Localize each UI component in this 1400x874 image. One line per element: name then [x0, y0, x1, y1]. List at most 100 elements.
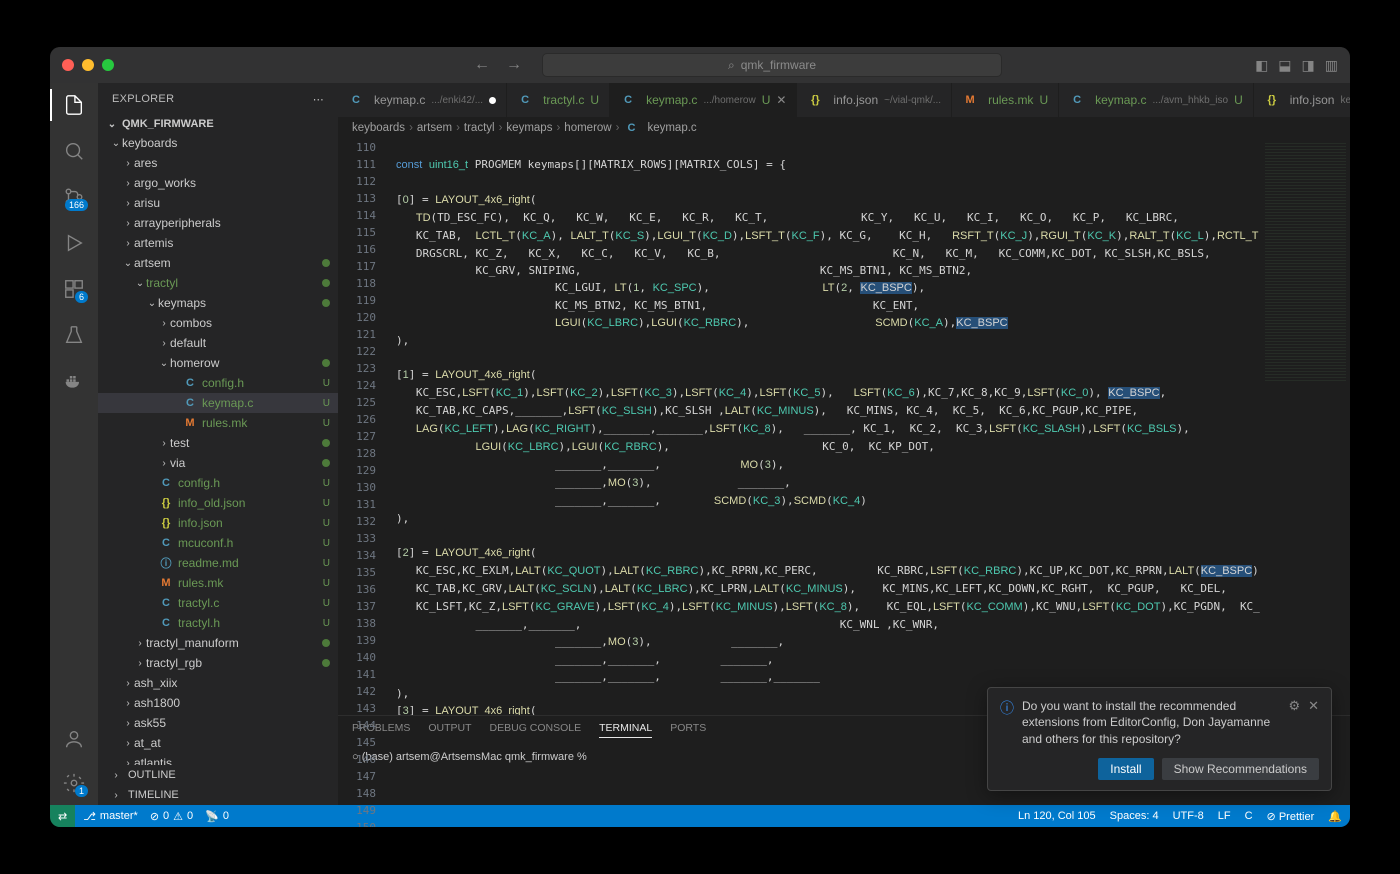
notification-gear-icon[interactable]: ⚙ [1288, 698, 1300, 748]
file-info_old.json[interactable]: {}info_old.jsonU [98, 493, 338, 513]
toggle-primary-sidebar-icon[interactable]: ◧ [1255, 57, 1268, 74]
folder-default[interactable]: ›default [98, 333, 338, 353]
nav-forward[interactable]: → [506, 56, 522, 74]
folder-atlantis[interactable]: ›atlantis [98, 753, 338, 765]
dirty-indicator [322, 459, 330, 467]
encoding[interactable]: UTF-8 [1173, 810, 1204, 823]
tab-label: rules.mk [988, 93, 1033, 107]
notification-close-icon[interactable]: ✕ [1308, 698, 1319, 748]
zoom-window[interactable] [102, 59, 114, 71]
panel-tab-debug-console[interactable]: DEBUG CONSOLE [490, 722, 582, 738]
source-control-icon[interactable]: 166 [62, 185, 86, 209]
panel-tab-output[interactable]: OUTPUT [428, 722, 471, 738]
folder-ash_xiix[interactable]: ›ash_xiix [98, 673, 338, 693]
toggle-secondary-sidebar-icon[interactable]: ◨ [1302, 57, 1315, 74]
extensions-icon[interactable]: 6 [62, 277, 86, 301]
language-mode[interactable]: C [1245, 810, 1253, 823]
file-tree[interactable]: ⌄keyboards›ares›argo_works›arisu›arraype… [98, 133, 338, 765]
folder-combos[interactable]: ›combos [98, 313, 338, 333]
folder-keymaps[interactable]: ⌄keymaps [98, 293, 338, 313]
indentation[interactable]: Spaces: 4 [1110, 810, 1159, 823]
folder-arrayperipherals[interactable]: ›arrayperipherals [98, 213, 338, 233]
docker-icon[interactable] [62, 369, 86, 393]
chevron-icon: › [122, 178, 134, 189]
chevron-icon: ⌄ [134, 278, 146, 289]
folder-test[interactable]: ›test [98, 433, 338, 453]
tab-tractyl.c[interactable]: Ctractyl.cU [507, 83, 610, 117]
testing-icon[interactable] [62, 323, 86, 347]
folder-keyboards[interactable]: ⌄keyboards [98, 133, 338, 153]
breadcrumb-segment[interactable]: keymap.c [647, 122, 696, 134]
nav-back[interactable]: ← [474, 56, 490, 74]
file-tractyl.h[interactable]: Ctractyl.hU [98, 613, 338, 633]
explorer-icon[interactable] [62, 93, 86, 117]
folder-artsem[interactable]: ⌄artsem [98, 253, 338, 273]
folder-argo_works[interactable]: ›argo_works [98, 173, 338, 193]
folder-ash1800[interactable]: ›ash1800 [98, 693, 338, 713]
install-button[interactable]: Install [1098, 758, 1153, 780]
git-branch[interactable]: ⎇master* [83, 810, 138, 823]
folder-ares[interactable]: ›ares [98, 153, 338, 173]
remote-indicator[interactable]: ⇄ [50, 805, 75, 827]
folder-via[interactable]: ›via [98, 453, 338, 473]
breadcrumb-segment[interactable]: tractyl [464, 122, 495, 134]
folder-ask55[interactable]: ›ask55 [98, 713, 338, 733]
panel-tab-terminal[interactable]: TERMINAL [599, 722, 652, 738]
notifications-icon[interactable]: 🔔 [1328, 810, 1342, 823]
folder-homerow[interactable]: ⌄homerow [98, 353, 338, 373]
project-section[interactable]: ⌄ QMK_FIRMWARE [98, 115, 338, 133]
file-rules.mk[interactable]: Mrules.mkU [98, 413, 338, 433]
tab-keymap.c[interactable]: Ckeymap.c.../homerowU✕ [610, 83, 797, 117]
breadcrumb-segment[interactable]: keyboards [352, 122, 405, 134]
minimize-window[interactable] [82, 59, 94, 71]
folder-tractyl_manuform[interactable]: ›tractyl_manuform [98, 633, 338, 653]
breadcrumb-segment[interactable]: keymaps [506, 122, 552, 134]
breadcrumb-segment[interactable]: artsem [417, 122, 452, 134]
panel-tab-ports[interactable]: PORTS [670, 722, 706, 738]
item-label: tractyl [146, 276, 318, 290]
folder-at_at[interactable]: ›at_at [98, 733, 338, 753]
problems-status[interactable]: ⊘0 ⚠0 [150, 810, 193, 823]
cursor-position[interactable]: Ln 120, Col 105 [1018, 810, 1096, 823]
folder-arisu[interactable]: ›arisu [98, 193, 338, 213]
timeline-section[interactable]: ›TIMELINE [98, 785, 338, 805]
ports-status[interactable]: 📡0 [205, 810, 229, 823]
file-readme.md[interactable]: ⓘreadme.mdU [98, 553, 338, 573]
breadcrumb-segment[interactable]: homerow [564, 122, 611, 134]
tab-keymap.c[interactable]: Ckeymap.c.../enki42/... [338, 83, 507, 117]
sidebar-more-icon[interactable]: ⋯ [313, 93, 324, 106]
outline-section[interactable]: ›OUTLINE [98, 765, 338, 785]
file-mcuconf.h[interactable]: Cmcuconf.hU [98, 533, 338, 553]
chevron-icon: › [122, 738, 134, 749]
tab-keymap.c[interactable]: Ckeymap.c.../avm_hhkb_isoU [1059, 83, 1254, 117]
tab-info.json[interactable]: {}info.jsonkeybo [1254, 83, 1350, 117]
close-tab-icon[interactable]: ✕ [776, 93, 786, 107]
show-recommendations-button[interactable]: Show Recommendations [1162, 758, 1319, 780]
accounts-icon[interactable] [62, 727, 86, 751]
search-activity-icon[interactable] [62, 139, 86, 163]
eol[interactable]: LF [1218, 810, 1231, 823]
minimap[interactable] [1260, 139, 1350, 715]
folder-artemis[interactable]: ›artemis [98, 233, 338, 253]
prettier-status[interactable]: ⊘ Prettier [1267, 810, 1315, 823]
file-rules.mk[interactable]: Mrules.mkU [98, 573, 338, 593]
customize-layout-icon[interactable]: ▥ [1325, 57, 1338, 74]
breadcrumbs[interactable]: keyboards›artsem›tractyl›keymaps›homerow… [338, 117, 1350, 139]
file-config.h[interactable]: Cconfig.hU [98, 373, 338, 393]
tab-rules.mk[interactable]: Mrules.mkU [952, 83, 1059, 117]
file-keymap.c[interactable]: Ckeymap.cU [98, 393, 338, 413]
folder-tractyl_rgb[interactable]: ›tractyl_rgb [98, 653, 338, 673]
folder-tractyl[interactable]: ⌄tractyl [98, 273, 338, 293]
command-center[interactable]: ⌕ qmk_firmware [542, 53, 1002, 77]
file-tractyl.c[interactable]: Ctractyl.cU [98, 593, 338, 613]
file-config.h[interactable]: Cconfig.hU [98, 473, 338, 493]
file-info.json[interactable]: {}info.jsonU [98, 513, 338, 533]
file-type-icon: C [1069, 94, 1085, 106]
item-label: keyboards [122, 136, 330, 150]
code-area[interactable]: const uint16_t PROGMEM keymaps[][MATRIX_… [388, 139, 1260, 715]
tab-info.json[interactable]: {}info.json~/vial-qmk/... [797, 83, 952, 117]
settings-gear-icon[interactable]: 1 [62, 771, 86, 795]
run-debug-icon[interactable] [62, 231, 86, 255]
close-window[interactable] [62, 59, 74, 71]
toggle-panel-icon[interactable]: ⬓ [1278, 57, 1291, 74]
